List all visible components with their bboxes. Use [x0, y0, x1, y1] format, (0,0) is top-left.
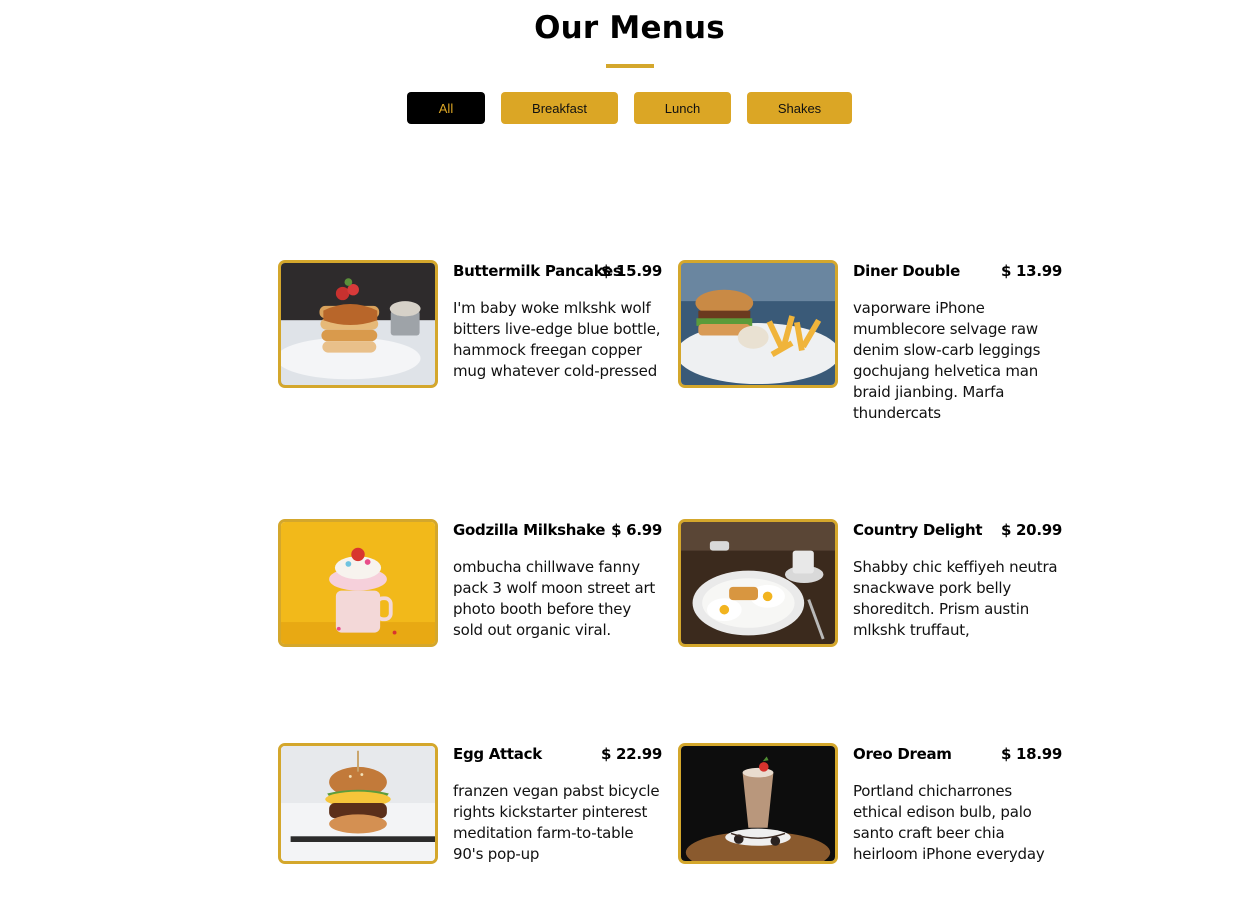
- menu-item: Godzilla Milkshake $ 6.99 ombucha chillw…: [278, 519, 663, 659]
- menu-item-image: [278, 519, 438, 647]
- menu-item-price: $ 18.99: [1000, 745, 1062, 763]
- menu-item-name: Egg Attack: [453, 745, 542, 763]
- menu-item: Buttermilk Pancakes $ 15.99 I'm baby wok…: [278, 260, 663, 400]
- menu-item-image: [278, 743, 438, 864]
- title-underline: [606, 64, 654, 68]
- menu-item-image: [678, 519, 838, 647]
- filter-lunch-button[interactable]: Lunch: [634, 92, 731, 124]
- menu-item-price: $ 13.99: [1000, 262, 1062, 280]
- menu-item: Diner Double $ 13.99 vaporware iPhone mu…: [678, 260, 1063, 422]
- menu-item-price: $ 20.99: [1000, 521, 1062, 539]
- menu-item-image: [678, 743, 838, 864]
- filter-breakfast-button[interactable]: Breakfast: [501, 92, 618, 124]
- menu-item-description: Portland chicharrones ethical edison bul…: [853, 782, 1045, 863]
- menu-item-description: Shabby chic keffiyeh neutra snackwave po…: [853, 558, 1058, 639]
- menu-item-name: Godzilla Milkshake: [453, 521, 606, 539]
- filter-shakes-button[interactable]: Shakes: [747, 92, 852, 124]
- menu-item-name: Diner Double: [853, 262, 960, 280]
- menu-item: Oreo Dream $ 18.99 Portland chicharrones…: [678, 743, 1063, 883]
- menu-item-image: [278, 260, 438, 388]
- menu-item: Egg Attack $ 22.99 franzen vegan pabst b…: [278, 743, 663, 883]
- menu-item-description: franzen vegan pabst bicycle rights kicks…: [453, 782, 660, 863]
- menu-item-image: [678, 260, 838, 388]
- menu-item-name: Buttermilk Pancakes: [453, 262, 622, 280]
- menu-item-description: ombucha chillwave fanny pack 3 wolf moon…: [453, 558, 656, 639]
- page-title: Our Menus: [534, 10, 725, 46]
- menu-item-price: $ 15.99: [600, 262, 662, 280]
- menu-item-price: $ 6.99: [611, 521, 662, 539]
- filter-bar: All Breakfast Lunch Shakes: [0, 92, 1259, 124]
- menu-item-name: Oreo Dream: [853, 745, 952, 763]
- menu-item-description: vaporware iPhone mumblecore selvage raw …: [853, 299, 1041, 422]
- menu-item-name: Country Delight: [853, 521, 983, 539]
- menu-item-description: I'm baby woke mlkshk wolf bitters live-e…: [453, 299, 661, 380]
- menu-item: Country Delight $ 20.99 Shabby chic keff…: [678, 519, 1063, 659]
- filter-all-button[interactable]: All: [407, 92, 485, 124]
- menu-item-price: $ 22.99: [600, 745, 662, 763]
